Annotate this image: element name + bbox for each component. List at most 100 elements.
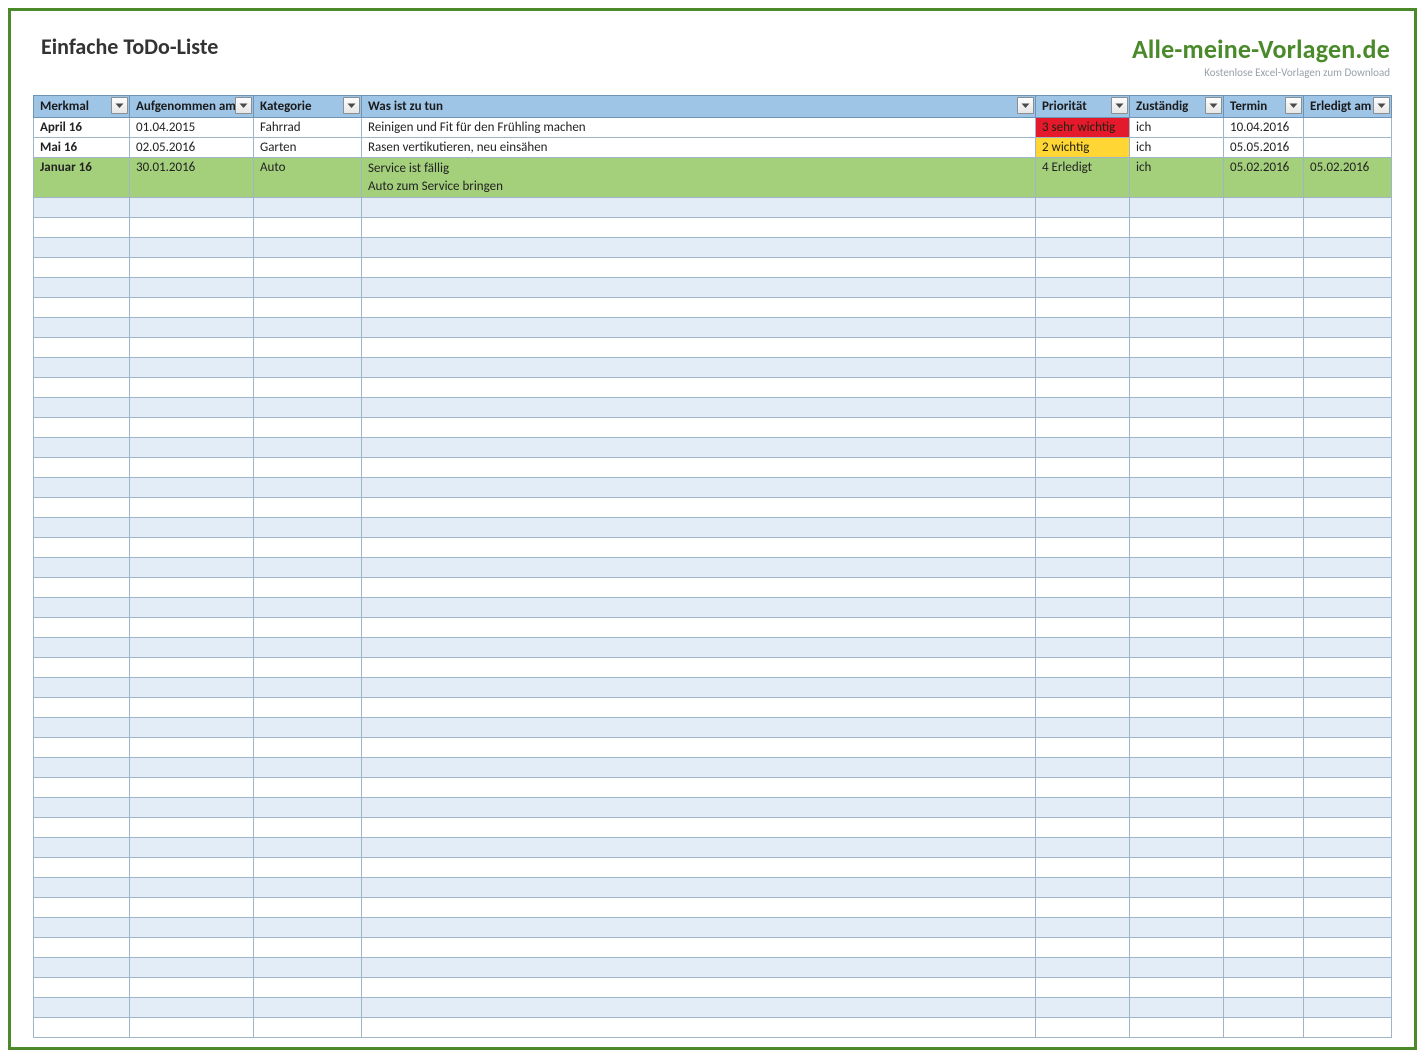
cell-empty[interactable] [1130, 458, 1224, 478]
cell-empty[interactable] [1304, 818, 1392, 838]
cell-empty[interactable] [1130, 618, 1224, 638]
cell-empty[interactable] [130, 978, 254, 998]
cell-empty[interactable] [1130, 898, 1224, 918]
cell-empty[interactable] [1304, 658, 1392, 678]
table-row[interactable]: Mai 1602.05.2016GartenRasen vertikutiere… [34, 138, 1392, 158]
cell-empty[interactable] [1304, 1018, 1392, 1038]
cell-empty[interactable] [362, 518, 1036, 538]
cell-empty[interactable] [254, 198, 362, 218]
column-header-kat[interactable]: Kategorie [254, 96, 362, 118]
cell-empty[interactable] [362, 858, 1036, 878]
cell-empty[interactable] [362, 298, 1036, 318]
cell-empty[interactable] [130, 218, 254, 238]
cell-empty[interactable] [130, 578, 254, 598]
cell-empty[interactable] [130, 398, 254, 418]
cell-empty[interactable] [34, 398, 130, 418]
table-row[interactable] [34, 658, 1392, 678]
cell-empty[interactable] [362, 258, 1036, 278]
cell-empty[interactable] [34, 918, 130, 938]
cell-empty[interactable] [254, 558, 362, 578]
cell-empty[interactable] [1130, 518, 1224, 538]
cell-empty[interactable] [34, 858, 130, 878]
cell-empty[interactable] [254, 938, 362, 958]
cell-empty[interactable] [1224, 298, 1304, 318]
column-header-termin[interactable]: Termin [1224, 96, 1304, 118]
cell-empty[interactable] [1224, 358, 1304, 378]
cell-empty[interactable] [1224, 258, 1304, 278]
filter-dropdown-icon[interactable] [1017, 97, 1034, 114]
table-row[interactable] [34, 838, 1392, 858]
cell-empty[interactable] [1036, 238, 1130, 258]
cell-empty[interactable] [34, 638, 130, 658]
cell-empty[interactable] [254, 578, 362, 598]
cell-empty[interactable] [1036, 658, 1130, 678]
cell-empty[interactable] [1130, 978, 1224, 998]
cell-empty[interactable] [1304, 438, 1392, 458]
cell-empty[interactable] [130, 278, 254, 298]
cell-empty[interactable] [1036, 718, 1130, 738]
cell-empty[interactable] [362, 778, 1036, 798]
table-row[interactable] [34, 238, 1392, 258]
cell-empty[interactable] [1224, 618, 1304, 638]
cell-empty[interactable] [1304, 618, 1392, 638]
cell-empty[interactable] [362, 918, 1036, 938]
cell-empty[interactable] [1224, 738, 1304, 758]
column-header-merkmal[interactable]: Merkmal [34, 96, 130, 118]
cell-empty[interactable] [130, 698, 254, 718]
cell-prio[interactable]: 3 sehr wichtig [1036, 118, 1130, 138]
cell-empty[interactable] [362, 498, 1036, 518]
cell-kat[interactable]: Auto [254, 158, 362, 198]
cell-empty[interactable] [1304, 458, 1392, 478]
cell-empty[interactable] [1130, 658, 1224, 678]
cell-empty[interactable] [362, 278, 1036, 298]
cell-empty[interactable] [1036, 678, 1130, 698]
cell-empty[interactable] [34, 198, 130, 218]
cell-empty[interactable] [1304, 918, 1392, 938]
cell-merkmal[interactable]: Mai 16 [34, 138, 130, 158]
cell-empty[interactable] [130, 858, 254, 878]
cell-empty[interactable] [1036, 778, 1130, 798]
cell-empty[interactable] [1224, 338, 1304, 358]
cell-termin[interactable]: 05.02.2016 [1224, 158, 1304, 198]
cell-empty[interactable] [130, 458, 254, 478]
cell-empty[interactable] [34, 778, 130, 798]
cell-empty[interactable] [254, 498, 362, 518]
cell-empty[interactable] [1304, 858, 1392, 878]
cell-empty[interactable] [1224, 238, 1304, 258]
cell-empty[interactable] [254, 298, 362, 318]
table-row[interactable] [34, 478, 1392, 498]
table-row[interactable] [34, 898, 1392, 918]
cell-empty[interactable] [34, 258, 130, 278]
cell-empty[interactable] [1304, 198, 1392, 218]
cell-empty[interactable] [130, 678, 254, 698]
cell-empty[interactable] [130, 238, 254, 258]
cell-empty[interactable] [1036, 918, 1130, 938]
table-row[interactable] [34, 498, 1392, 518]
cell-empty[interactable] [1130, 938, 1224, 958]
cell-empty[interactable] [34, 998, 130, 1018]
cell-empty[interactable] [1130, 398, 1224, 418]
cell-empty[interactable] [254, 358, 362, 378]
cell-empty[interactable] [362, 618, 1036, 638]
cell-empty[interactable] [34, 1018, 130, 1038]
cell-empty[interactable] [1304, 558, 1392, 578]
cell-empty[interactable] [1304, 278, 1392, 298]
cell-empty[interactable] [1036, 638, 1130, 658]
cell-empty[interactable] [362, 478, 1036, 498]
cell-empty[interactable] [1036, 298, 1130, 318]
cell-empty[interactable] [254, 718, 362, 738]
cell-empty[interactable] [34, 558, 130, 578]
cell-empty[interactable] [1224, 218, 1304, 238]
cell-empty[interactable] [1036, 818, 1130, 838]
cell-empty[interactable] [130, 758, 254, 778]
cell-empty[interactable] [1130, 1018, 1224, 1038]
cell-empty[interactable] [1304, 578, 1392, 598]
cell-empty[interactable] [1036, 698, 1130, 718]
cell-empty[interactable] [130, 378, 254, 398]
cell-empty[interactable] [130, 438, 254, 458]
table-row[interactable] [34, 738, 1392, 758]
cell-empty[interactable] [254, 1018, 362, 1038]
cell-empty[interactable] [130, 638, 254, 658]
cell-empty[interactable] [362, 558, 1036, 578]
table-row[interactable]: April 1601.04.2015FahrradReinigen und Fi… [34, 118, 1392, 138]
